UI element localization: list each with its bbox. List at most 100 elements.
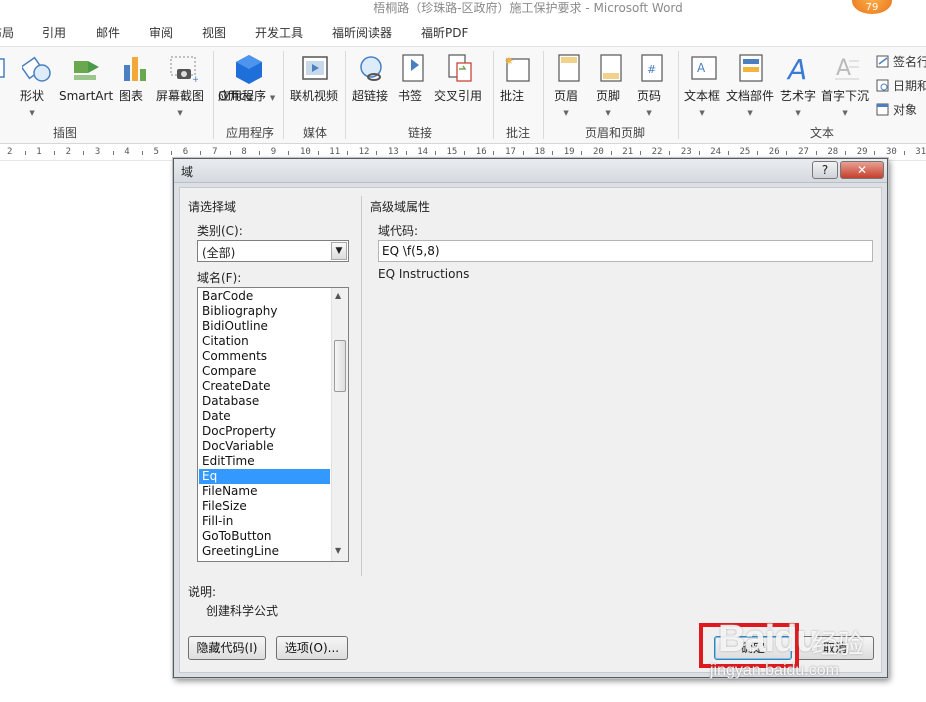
crossref-icon xyxy=(448,54,472,82)
ruler-tick xyxy=(112,151,114,155)
field-list-item[interactable]: Comments xyxy=(199,349,330,364)
ruler-tick xyxy=(83,151,85,155)
tab-developer[interactable]: 开发工具 xyxy=(255,24,303,41)
description-label: 说明: xyxy=(188,585,217,599)
field-list-item[interactable]: DocProperty xyxy=(199,424,330,439)
close-button[interactable]: ✕ xyxy=(840,161,884,179)
ruler-tick xyxy=(639,151,641,155)
watermark-url: jingyan.baidu.com xyxy=(710,662,839,679)
footer-button[interactable]: 页脚 ▼ xyxy=(596,53,626,117)
field-list-item[interactable]: BidiOutline xyxy=(199,319,330,334)
field-instructions-text: EQ Instructions xyxy=(378,267,470,281)
ruler-tick xyxy=(405,151,407,155)
ruler-number: 17 xyxy=(505,147,516,157)
signature-button[interactable]: 签名行 xyxy=(876,53,926,70)
datetime-button[interactable]: 日期和 xyxy=(876,77,926,94)
comment-icon: ✷ xyxy=(504,54,530,82)
ruler-tick xyxy=(229,151,231,155)
field-list-item[interactable]: FileSize xyxy=(199,499,330,514)
hyperlink-button[interactable]: 超链接 xyxy=(352,53,390,103)
panel-divider xyxy=(361,196,362,576)
ruler-number: 18 xyxy=(534,147,546,157)
object-button[interactable]: 对象 xyxy=(876,101,917,118)
scroll-thumb[interactable] xyxy=(334,340,346,392)
options-button[interactable]: 选项(O)... xyxy=(276,636,348,660)
ruler-tick xyxy=(493,151,495,155)
chevron-down-icon[interactable]: ▼ xyxy=(331,242,347,260)
field-code-value: EQ \f(5,8) xyxy=(382,244,440,258)
header-button[interactable]: 页眉 ▼ xyxy=(554,53,584,117)
tab-review[interactable]: 审阅 xyxy=(149,24,173,41)
field-list-item[interactable]: DocVariable xyxy=(199,439,330,454)
ruler-number: 15 xyxy=(446,147,458,157)
svg-text:#: # xyxy=(647,63,656,76)
field-list-item[interactable]: CreateDate xyxy=(199,379,330,394)
smartart-button[interactable]: SmartArt xyxy=(59,53,113,103)
field-list-item[interactable]: GreetingLine xyxy=(199,544,330,559)
dialog-title-bar[interactable]: 域 ? ✕ xyxy=(174,159,887,183)
scroll-up-icon[interactable]: ▲ xyxy=(335,291,341,300)
datetime-icon xyxy=(876,79,889,92)
online-video-button[interactable]: 联机视频 xyxy=(290,53,340,103)
quickparts-button[interactable]: 文档部件 ▼ xyxy=(726,53,776,117)
comment-button[interactable]: ✷ 批注 xyxy=(500,53,534,103)
textbox-button[interactable]: A 文本框 ▼ xyxy=(684,53,724,117)
page-number-button[interactable]: # 页码 ▼ xyxy=(637,53,667,117)
field-list-item[interactable]: Citation xyxy=(199,334,330,349)
screenshot-icon: + xyxy=(170,56,198,85)
field-names-list[interactable]: ▲ ▼ BarCode Bibliography BidiOutline Citati… xyxy=(197,287,349,562)
field-list-item[interactable]: BarCode xyxy=(199,289,330,304)
ruler-number: 2 xyxy=(7,147,13,157)
field-list-item[interactable]: Date xyxy=(199,409,330,424)
tab-view[interactable]: 视图 xyxy=(202,24,226,41)
hyperlink-icon xyxy=(360,56,382,81)
svg-text:✷: ✷ xyxy=(504,54,514,68)
tab-mailings[interactable]: 邮件 xyxy=(96,24,120,41)
picture-button[interactable]: 片 xyxy=(0,53,14,103)
field-list-item[interactable]: Compare xyxy=(199,364,330,379)
textbox-icon: A xyxy=(691,56,717,80)
field-code-input[interactable]: EQ \f(5,8) xyxy=(378,240,873,262)
ruler-tick xyxy=(464,151,466,155)
chart-icon xyxy=(124,57,146,81)
tab-layout[interactable]: 布局 xyxy=(0,24,14,41)
category-select[interactable]: (全部) ▼ xyxy=(197,240,349,262)
scroll-down-icon[interactable]: ▼ xyxy=(335,546,341,555)
ruler-tick xyxy=(815,151,817,155)
field-list-item[interactable]: Bibliography xyxy=(199,304,330,319)
help-button[interactable]: ? xyxy=(812,161,838,179)
tab-foxit-reader[interactable]: 福昕阅读器 xyxy=(332,24,392,41)
ruler-number: 4 xyxy=(124,147,130,157)
chart-button[interactable]: 图表 xyxy=(119,53,151,103)
ruler-number: 13 xyxy=(387,147,399,157)
field-list-item[interactable]: Database xyxy=(199,394,330,409)
office-apps-button[interactable]: Office 应用程序 ▼ xyxy=(218,53,280,103)
wordart-icon: A xyxy=(786,53,807,85)
field-list-item[interactable]: Fill-in xyxy=(199,514,330,529)
field-list-item[interactable]: EditTime xyxy=(199,454,330,469)
wordart-button[interactable]: A 艺术字 ▼ xyxy=(780,53,818,117)
ruler-number: 30 xyxy=(886,147,897,157)
ruler-number: 28 xyxy=(827,147,839,157)
field-list-item[interactable]: FileName xyxy=(199,484,330,499)
shapes-button[interactable]: 形状 ▼ xyxy=(20,53,54,117)
header-icon xyxy=(558,54,580,82)
crossref-button[interactable]: 交叉引用 xyxy=(434,53,486,103)
screenshot-button[interactable]: + 屏幕截图 ▼ xyxy=(156,53,210,117)
field-list-item[interactable]: Eq xyxy=(199,469,330,484)
list-scrollbar[interactable]: ▲ ▼ xyxy=(331,288,348,561)
field-list-item[interactable]: GoToButton xyxy=(199,529,330,544)
tab-foxit-pdf[interactable]: 福昕PDF xyxy=(421,24,468,41)
dialog-body: 请选择域 类别(C): (全部) ▼ 域名(F): ▲ ▼ BarCode Bib… xyxy=(179,187,882,673)
ruler-number: 9 xyxy=(270,147,277,157)
field-code-label: 域代码: xyxy=(378,224,419,238)
ruler-tick xyxy=(288,151,290,155)
tab-references[interactable]: 引用 xyxy=(42,24,66,41)
bookmark-button[interactable]: 书签 xyxy=(398,53,428,103)
word-window: 梧桐路（珍珠路-区政府）施工保护要求 - Microsoft Word 7 9 布… xyxy=(0,0,926,702)
hide-codes-button[interactable]: 隐藏代码(I) xyxy=(188,636,266,660)
dropcap-button[interactable]: A 首字下沉 ▼ xyxy=(821,53,871,117)
ruler-number: 3 xyxy=(94,147,101,157)
group-label-comments: 批注 xyxy=(505,126,530,140)
category-label: 类别(C): xyxy=(197,224,243,238)
